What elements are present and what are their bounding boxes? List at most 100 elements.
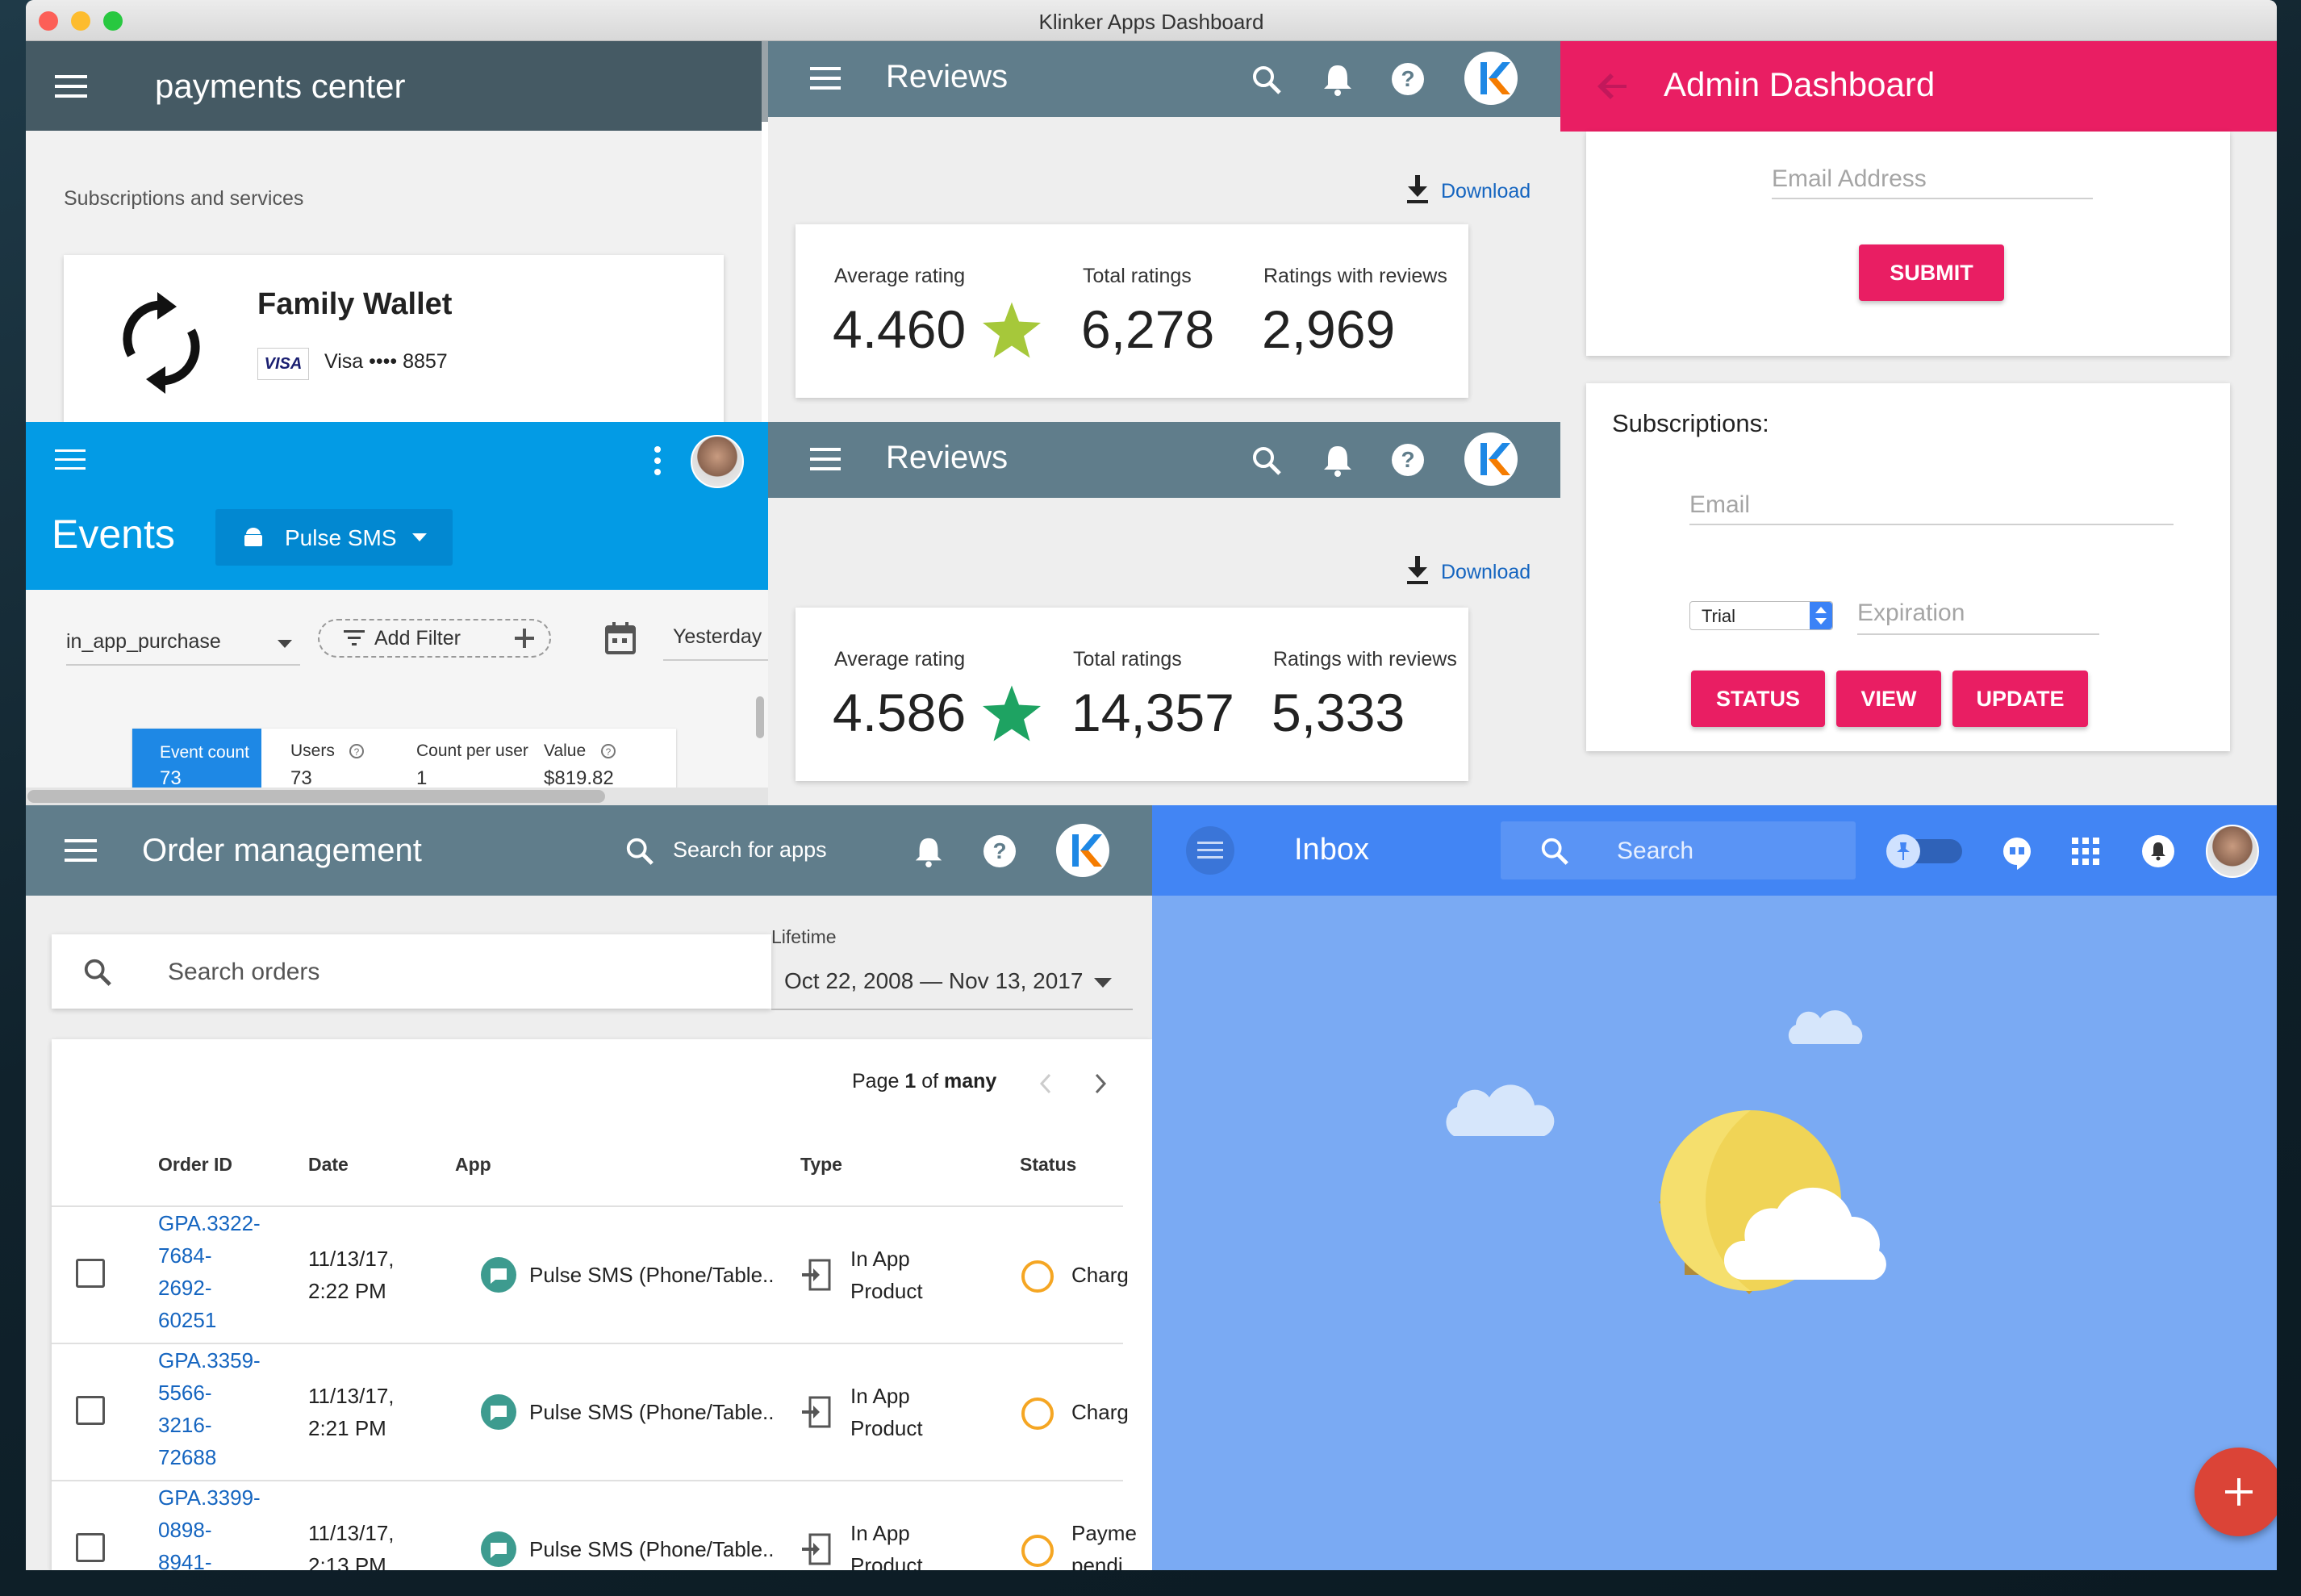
metric-value: 73: [290, 767, 312, 789]
stat-label: Ratings with reviews: [1263, 265, 1447, 287]
bell-icon[interactable]: [1322, 62, 1354, 96]
column-header[interactable]: App: [455, 1154, 491, 1176]
plan-select[interactable]: Trial: [1689, 601, 1833, 630]
column-header[interactable]: Date: [308, 1154, 349, 1176]
row-checkbox[interactable]: [76, 1533, 105, 1562]
bell-icon[interactable]: [913, 834, 944, 868]
order-id[interactable]: 0898-: [158, 1514, 212, 1546]
search-icon[interactable]: [1251, 445, 1283, 477]
download-button[interactable]: Download: [1405, 175, 1560, 207]
date-range-select[interactable]: Yesterday: [663, 620, 768, 661]
email-field[interactable]: Email Address: [1772, 162, 2093, 199]
events-header: Events Pulse SMS: [26, 422, 768, 590]
menu-button[interactable]: [1186, 826, 1234, 875]
stat-value: 4.460: [833, 299, 967, 359]
avatar[interactable]: [2206, 825, 2259, 878]
scrollbar[interactable]: [762, 41, 768, 122]
orders-table: Page 1 of many Order ID Date App Type St…: [52, 1039, 1152, 1570]
klinker-logo-icon[interactable]: [1055, 823, 1110, 878]
order-id[interactable]: GPA.3359-: [158, 1344, 261, 1377]
avatar[interactable]: [691, 435, 744, 488]
pulse-sms-app-icon: [481, 1257, 516, 1293]
klinker-logo-icon[interactable]: [1464, 432, 1518, 487]
search-orders-input[interactable]: Search orders: [52, 934, 771, 1009]
payments-title: payments center: [155, 67, 406, 105]
help-icon[interactable]: ?: [1391, 443, 1425, 477]
event-filter-select[interactable]: in_app_purchase: [66, 625, 300, 666]
view-button[interactable]: VIEW: [1836, 671, 1941, 727]
ratings-card: Average rating 4.460 Total ratings 6,278…: [796, 224, 1468, 398]
horizontal-scrollbar[interactable]: [27, 790, 605, 803]
order-type: Product: [850, 1279, 923, 1303]
date-range-select[interactable]: Oct 22, 2008 — Nov 13, 2017: [771, 963, 1133, 1010]
stat-value: 6,278: [1081, 299, 1215, 359]
chevron-left-icon[interactable]: [1039, 1073, 1052, 1094]
order-id[interactable]: GPA.3322-: [158, 1207, 261, 1239]
inbox-pane: Inbox Search: [1152, 805, 2277, 1570]
menu-icon[interactable]: [810, 65, 841, 91]
bell-icon[interactable]: [1322, 443, 1354, 477]
status-button[interactable]: STATUS: [1691, 671, 1825, 727]
search-icon[interactable]: [1251, 64, 1283, 96]
order-id[interactable]: 7684-: [158, 1239, 212, 1272]
order-type: In App: [850, 1521, 910, 1545]
search-icon[interactable]: [624, 836, 655, 867]
order-date: 2:21 PM: [308, 1416, 386, 1440]
update-button[interactable]: UPDATE: [1952, 671, 2088, 727]
order-id[interactable]: GPA.3399-: [158, 1481, 261, 1514]
add-filter-button[interactable]: Add Filter: [318, 619, 551, 658]
family-wallet-card[interactable]: Family Wallet VISA Visa •••• 8857: [64, 255, 724, 422]
sub-email-field[interactable]: Email: [1689, 488, 2174, 525]
hangouts-icon[interactable]: [2001, 836, 2033, 870]
download-button[interactable]: Download: [1405, 556, 1560, 588]
metric-label: Event count: [160, 743, 249, 762]
inbox-search-placeholder: Search: [1617, 838, 1694, 864]
plus-icon: [2225, 1478, 2253, 1506]
column-header[interactable]: Order ID: [158, 1154, 232, 1176]
notifications-icon[interactable]: [2141, 834, 2175, 868]
search-apps-input[interactable]: Search for apps: [673, 838, 827, 863]
menu-icon[interactable]: [55, 448, 86, 472]
order-id[interactable]: 72688: [158, 1441, 216, 1473]
pagination-label: Page 1 of many: [852, 1070, 997, 1093]
dropdown-arrow-icon: [1094, 978, 1112, 988]
menu-icon[interactable]: [55, 72, 87, 101]
admin-title: Admin Dashboard: [1664, 65, 1936, 103]
expiration-field[interactable]: Expiration: [1857, 595, 2099, 635]
menu-icon[interactable]: [65, 838, 97, 863]
scrollbar[interactable]: [756, 696, 764, 738]
order-id[interactable]: 3216-: [158, 1409, 212, 1441]
svg-text:?: ?: [606, 746, 612, 758]
order-id[interactable]: 5566-: [158, 1377, 212, 1409]
row-checkbox[interactable]: [76, 1396, 105, 1425]
pin-icon: [1886, 834, 1920, 868]
column-header[interactable]: Type: [800, 1154, 842, 1176]
compose-button[interactable]: [2195, 1448, 2277, 1536]
help-icon[interactable]: ?: [1391, 62, 1425, 96]
order-id[interactable]: 2692-: [158, 1272, 212, 1304]
klinker-logo-icon[interactable]: [1464, 51, 1518, 106]
table-row[interactable]: GPA.3359- 5566- 3216- 72688 11/13/17, 2:…: [52, 1344, 1152, 1480]
svg-text:?: ?: [1401, 66, 1414, 91]
inbox-toolbar: Inbox Search: [1152, 805, 2277, 896]
app-selector[interactable]: Pulse SMS: [215, 509, 453, 566]
order-id[interactable]: 60251: [158, 1304, 216, 1336]
more-vert-icon[interactable]: [654, 446, 662, 475]
row-checkbox[interactable]: [76, 1259, 105, 1288]
calendar-icon[interactable]: [605, 622, 636, 654]
order-id[interactable]: 8941-: [158, 1546, 212, 1570]
date-range-value: Oct 22, 2008 — Nov 13, 2017: [784, 968, 1084, 993]
table-row[interactable]: GPA.3399- 0898- 8941- 11/13/17, 2:13 PM …: [52, 1481, 1152, 1570]
menu-icon[interactable]: [810, 446, 841, 472]
chevron-right-icon[interactable]: [1094, 1073, 1107, 1094]
pulse-sms-app-icon: [481, 1531, 516, 1567]
help-icon[interactable]: ?: [983, 834, 1017, 868]
pin-toggle[interactable]: [1886, 834, 1962, 868]
order-status: pendi: [1071, 1553, 1123, 1570]
back-arrow-icon[interactable]: [1597, 73, 1627, 99]
submit-button[interactable]: SUBMIT: [1859, 244, 2004, 301]
inbox-search-input[interactable]: Search: [1501, 821, 1856, 879]
table-row[interactable]: GPA.3322- 7684- 2692- 60251 11/13/17, 2:…: [52, 1207, 1152, 1343]
column-header[interactable]: Status: [1020, 1154, 1076, 1176]
apps-grid-icon[interactable]: [2072, 838, 2099, 865]
